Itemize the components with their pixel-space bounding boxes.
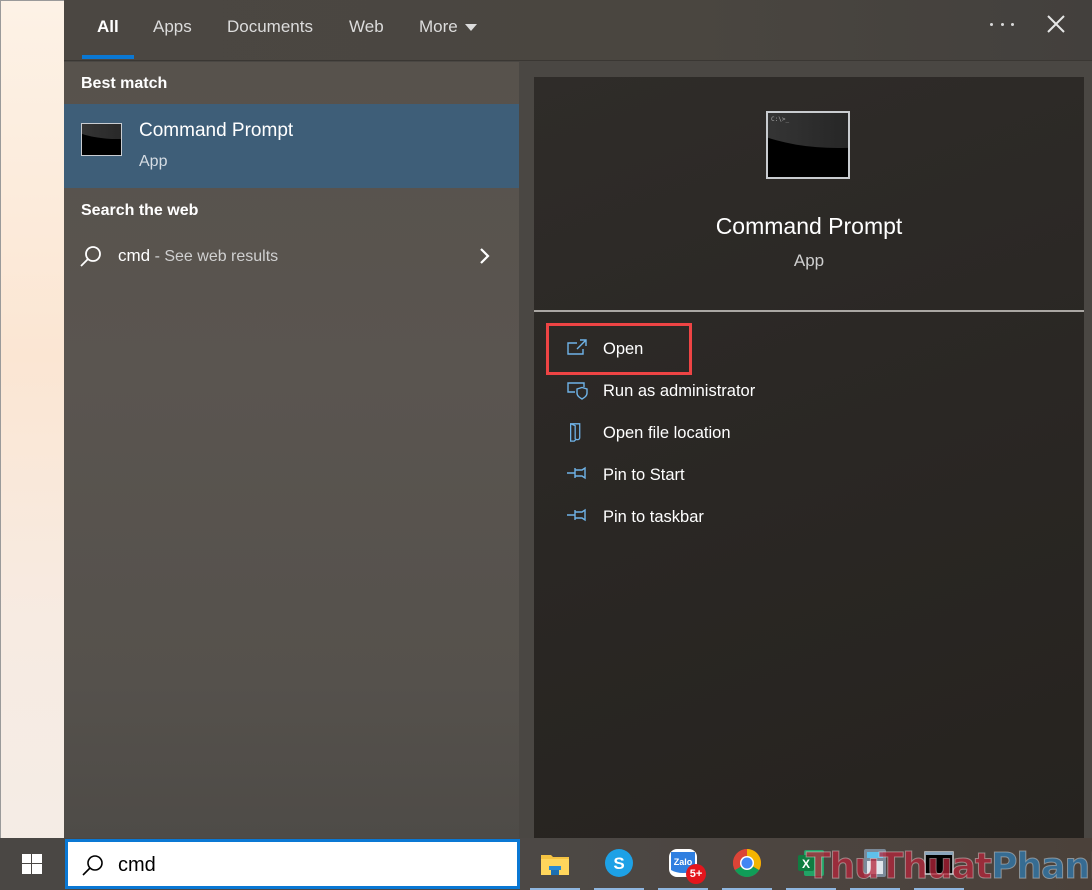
pin-icon [567,466,586,480]
best-match-heading: Best match [81,75,168,92]
tab-more-label: More [419,17,458,36]
action-open-label: Open [603,340,644,358]
search-icon [80,246,101,267]
preview-divider [534,310,1084,312]
search-tab-bar: All Apps Documents Web More [64,0,1092,61]
preview-subtitle: App [793,251,825,270]
close-button[interactable] [1044,12,1068,36]
taskbar-app-file-explorer[interactable] [528,838,582,890]
command-prompt-icon [81,123,122,156]
action-pin-to-taskbar-label: Pin to taskbar [603,508,704,526]
search-icon [82,855,103,876]
command-prompt-icon [924,851,954,875]
tab-apps[interactable]: Apps [153,15,192,39]
action-open[interactable]: Open [562,332,962,368]
taskbar-app-zalo[interactable]: Zalo 5+ [656,838,710,890]
preview-pane: C:\>_ Command Prompt App Open Run as adm… [534,77,1084,838]
web-result-item[interactable]: cmd - See web results [64,238,519,276]
tab-all[interactable]: All [97,15,119,39]
excel-icon: X [798,850,824,876]
search-web-heading: Search the web [81,202,199,219]
file-explorer-icon [541,855,569,875]
tab-web[interactable]: Web [349,15,384,39]
action-open-file-location[interactable]: Open file location [562,416,962,452]
web-result-suffix: - See web results [150,248,279,265]
open-icon [567,339,587,355]
chevron-right-icon[interactable] [478,246,492,266]
close-icon [1047,15,1065,33]
calculator-icon [864,849,886,877]
file-location-icon [570,423,581,442]
run-as-admin-icon [567,382,588,400]
pin-icon [567,508,586,522]
taskbar-search-box[interactable] [65,839,520,889]
best-match-subtitle: App [139,153,168,170]
action-run-as-administrator-label: Run as administrator [603,382,756,400]
action-pin-to-taskbar[interactable]: Pin to taskbar [562,500,962,536]
taskbar-app-chrome[interactable] [720,838,774,890]
command-prompt-large-icon: C:\>_ [766,111,850,179]
tab-more[interactable]: More [419,15,477,39]
active-tab-indicator [82,55,134,59]
taskbar: S Zalo 5+ X [0,838,1092,890]
start-button[interactable] [0,838,64,890]
svg-text:X: X [802,857,810,871]
action-pin-to-start[interactable]: Pin to Start [562,458,962,494]
taskbar-app-excel[interactable]: X [784,838,838,890]
best-match-item[interactable]: Command Prompt App [64,104,519,188]
action-open-file-location-label: Open file location [603,424,731,442]
windows-search-panel: All Apps Documents Web More Best match C… [64,0,1092,838]
taskbar-app-skype[interactable]: S [592,838,646,890]
taskbar-app-command-prompt[interactable] [912,838,966,890]
action-pin-to-start-label: Pin to Start [603,466,685,484]
chrome-icon [733,849,761,877]
tab-documents[interactable]: Documents [227,15,313,39]
svg-text:S: S [613,854,624,873]
windows-logo-icon [22,854,42,874]
caret-down-icon [464,23,477,31]
web-query: cmd [118,246,151,265]
more-options-icon[interactable] [990,12,1014,36]
preview-title: Command Prompt [715,213,903,239]
skype-icon: S [605,849,633,877]
best-match-title: Command Prompt [139,120,294,141]
web-result-text: cmd - See web results [118,246,278,266]
notification-badge: 5+ [686,864,706,884]
results-list: Best match Command Prompt App Search the… [64,62,519,838]
action-run-as-administrator[interactable]: Run as administrator [562,374,962,410]
search-input[interactable] [118,851,498,879]
taskbar-app-calculator[interactable] [848,838,902,890]
